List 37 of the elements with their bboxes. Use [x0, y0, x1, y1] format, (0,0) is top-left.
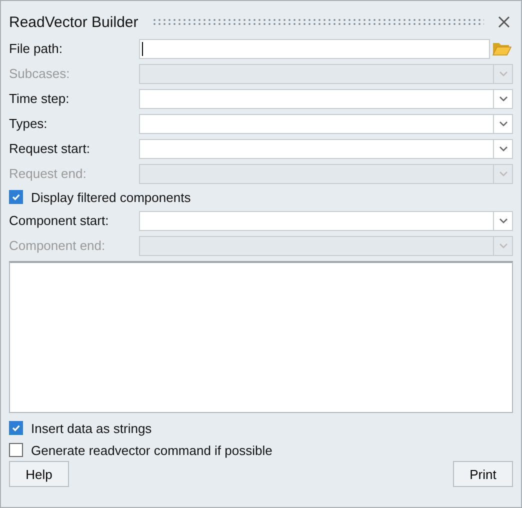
check-icon: [11, 192, 21, 202]
print-button[interactable]: Print: [453, 461, 513, 487]
field-label: Request start:: [9, 141, 91, 156]
field-label: Time step:: [9, 91, 70, 106]
chevron-icon: [498, 120, 508, 126]
chevron-icon: [498, 242, 508, 248]
field-label: Component start:: [9, 213, 110, 228]
help-button[interactable]: Help: [9, 461, 69, 487]
folder-icon[interactable]: [492, 40, 512, 56]
field-label: Component end:: [9, 238, 106, 253]
window-title: ReadVector Builder: [9, 14, 138, 30]
checkbox[interactable]: [9, 190, 23, 204]
field-label: File path:: [9, 41, 64, 56]
output-text-area[interactable]: [9, 261, 513, 413]
field-label: Request end:: [9, 166, 88, 181]
field-label: Subcases:: [9, 66, 71, 81]
check-icon: [11, 423, 21, 433]
checkbox[interactable]: [9, 421, 23, 435]
dropdown-field[interactable]: [139, 236, 513, 256]
checkbox[interactable]: [9, 443, 23, 457]
chevron-icon: [498, 218, 508, 224]
chevron-icon: [498, 96, 508, 102]
dropdown-field[interactable]: [139, 210, 513, 230]
field-label: Types:: [9, 116, 48, 131]
dropdown-field[interactable]: [139, 88, 513, 108]
checkbox-label: Generate readvector command if possible: [31, 442, 272, 458]
checkbox-label: Insert data as strings: [31, 420, 152, 436]
input-field[interactable]: [139, 38, 490, 58]
chevron-icon: [498, 70, 508, 76]
chevron-icon: [498, 170, 508, 176]
dropdown-field[interactable]: [139, 114, 513, 134]
dropdown-field[interactable]: [139, 164, 513, 184]
checkbox-label: Display filtered components: [31, 190, 191, 204]
dropdown-field[interactable]: [139, 64, 513, 84]
close-icon[interactable]: [498, 16, 510, 28]
chevron-icon: [498, 146, 508, 152]
dropdown-field[interactable]: [139, 138, 513, 158]
